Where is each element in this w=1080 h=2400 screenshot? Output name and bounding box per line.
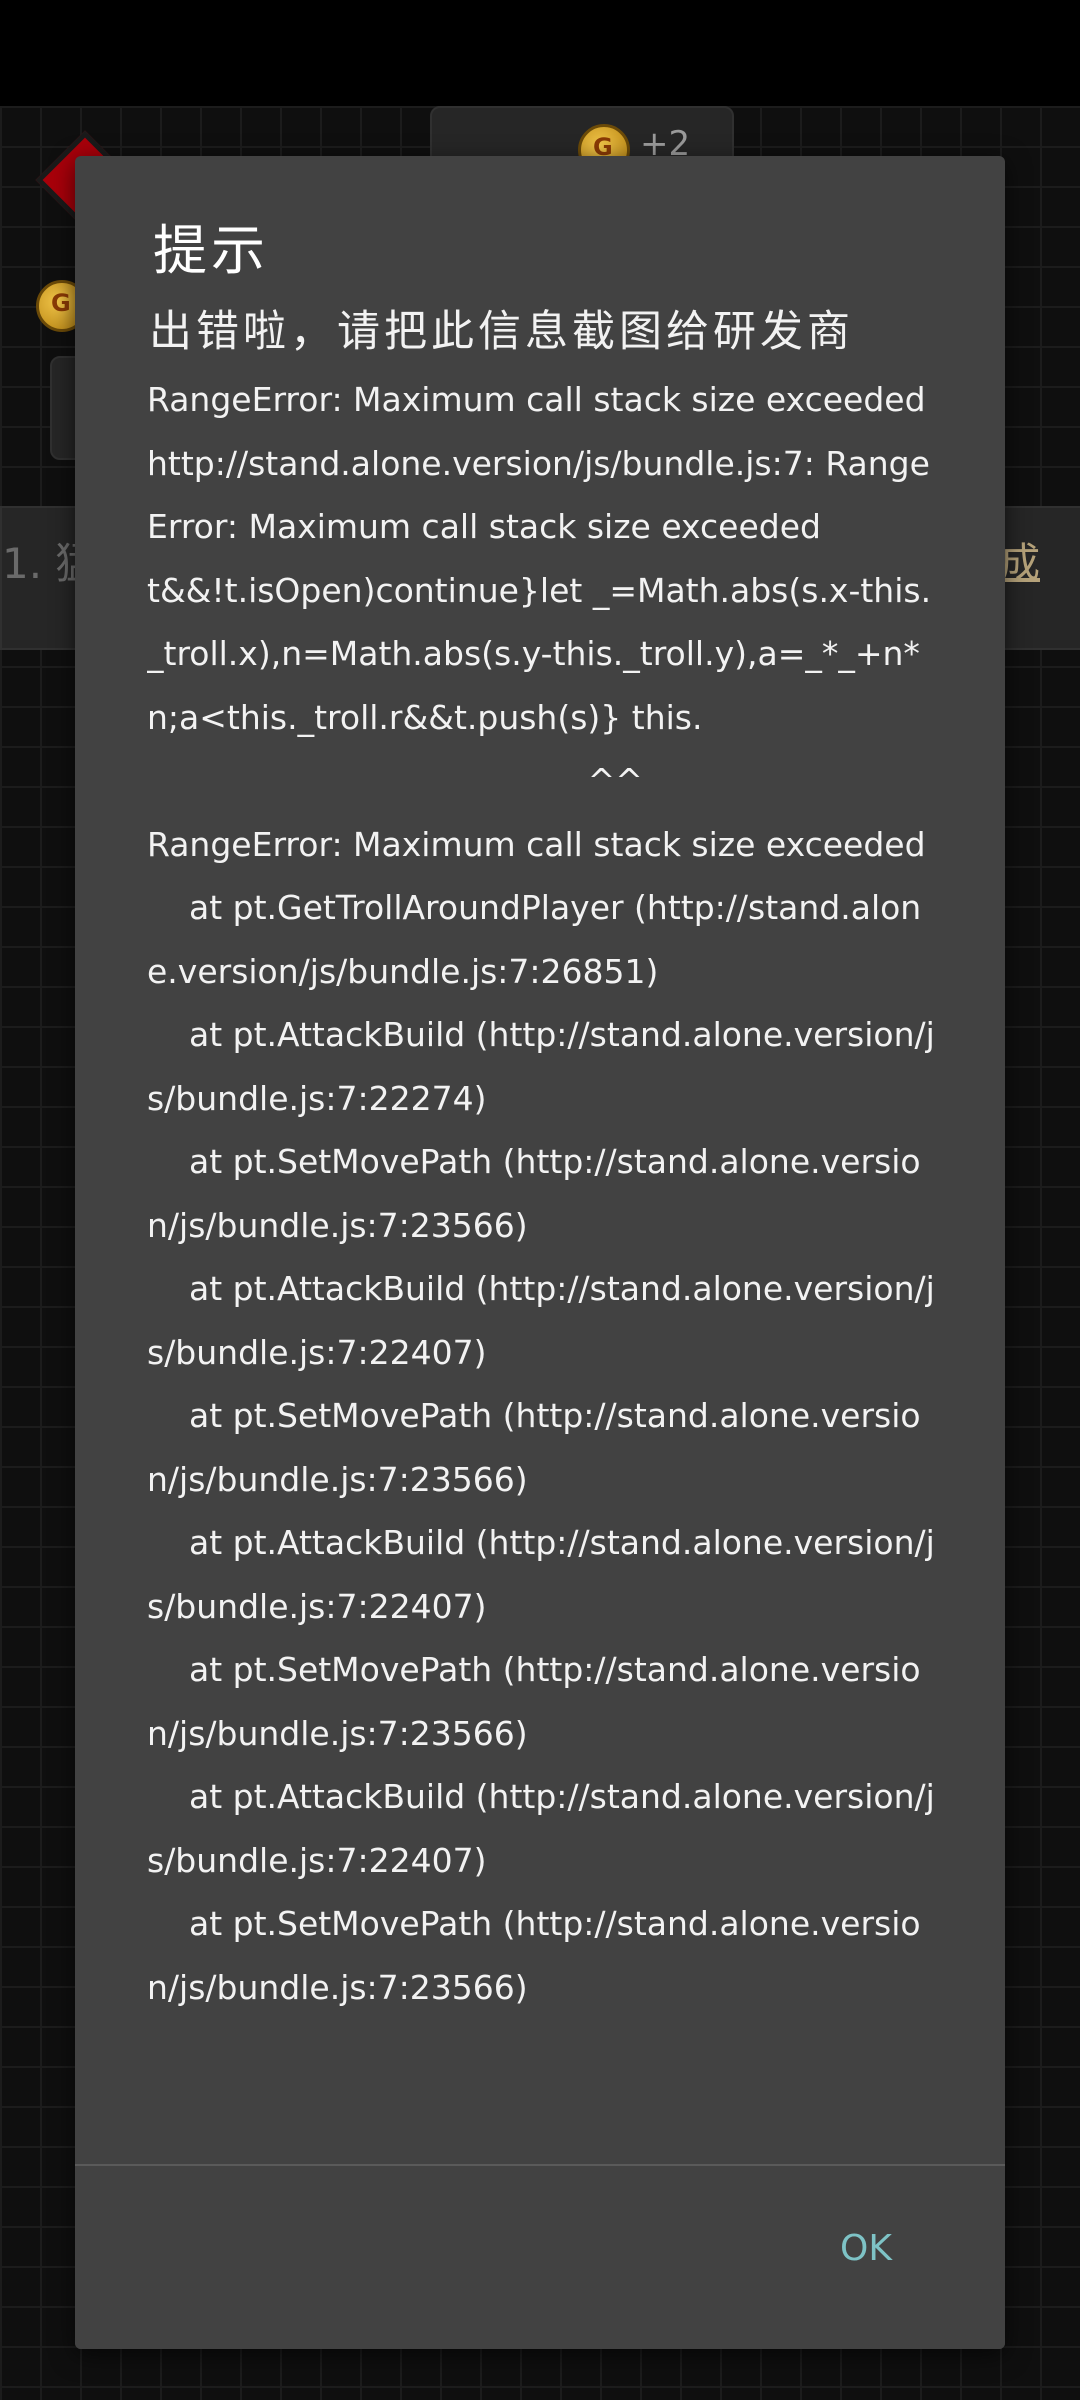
error-message: RangeError: Maximum call stack size exce… [147,380,935,2007]
dialog-footer: OK [75,2166,1005,2349]
ok-button[interactable]: OK [822,2216,910,2281]
dialog-body[interactable]: 出错啦，请把此信息截图给研发商 RangeError: Maximum call… [147,300,947,2290]
status-bar [0,0,1080,106]
dialog-title: 提示 [153,219,269,282]
quest-link[interactable]: 成 [1000,530,1040,588]
error-dialog: 提示 出错啦，请把此信息截图给研发商 RangeError: Maximum c… [75,156,1005,2349]
dialog-heading: 出错啦，请把此信息截图给研发商 [149,307,854,357]
coin-glyph: G [51,289,71,317]
